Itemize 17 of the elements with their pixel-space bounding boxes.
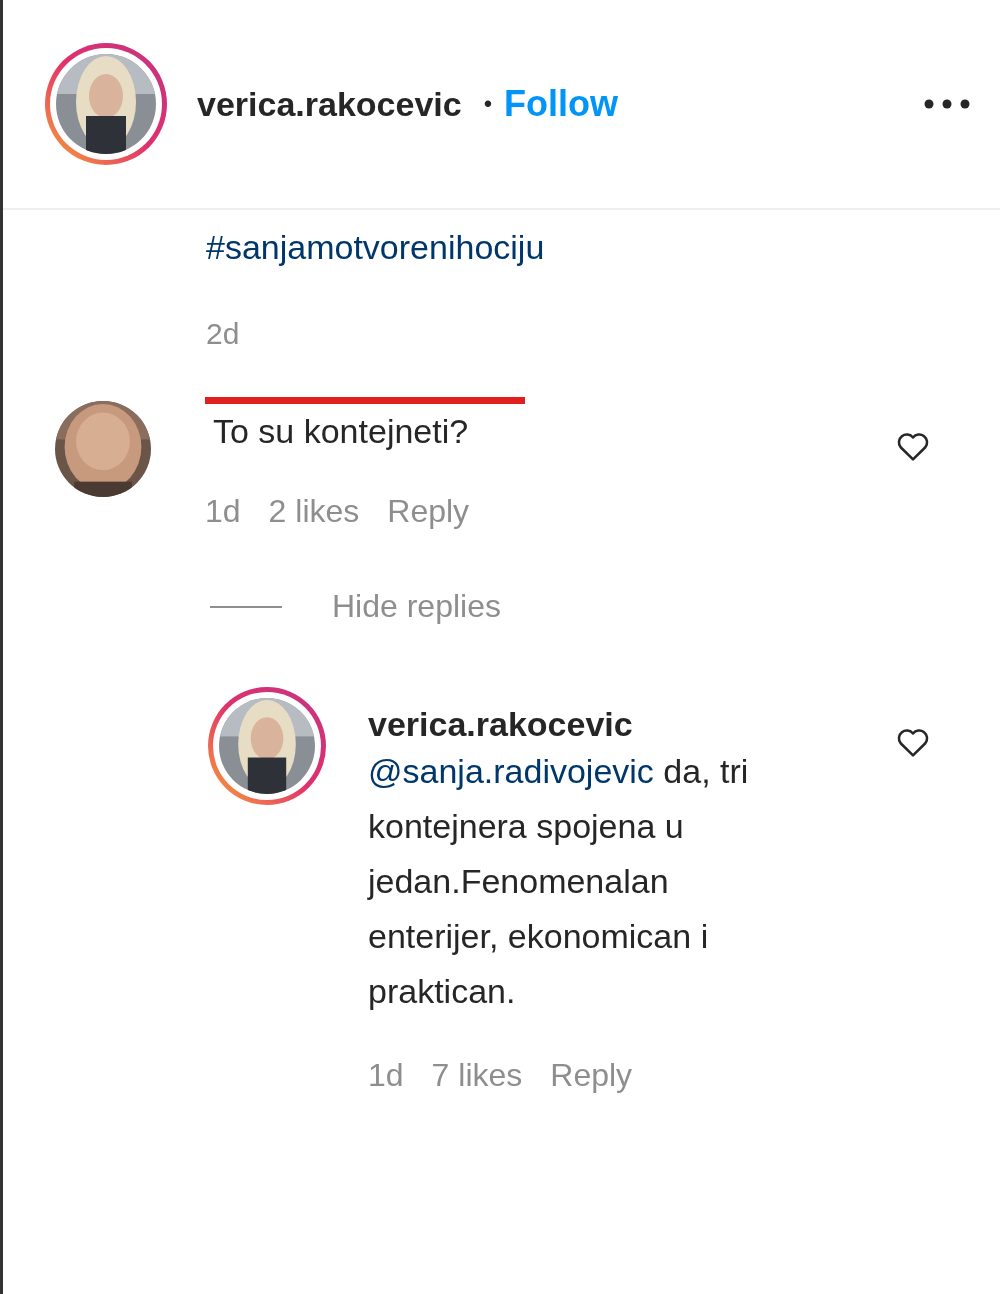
likes-count[interactable]: 2 likes <box>268 493 360 530</box>
timestamp[interactable]: 1d <box>368 1057 404 1094</box>
hashtag-link[interactable]: #sanjamotvorenihociju <box>206 228 545 267</box>
username[interactable]: verica.rakocevic <box>197 84 462 124</box>
timestamp[interactable]: 2d <box>206 317 240 351</box>
username-link[interactable]: verica.rakocevic <box>368 705 808 744</box>
follow-link[interactable]: Follow <box>504 83 619 125</box>
separator-dot: • <box>483 90 493 118</box>
reply-link[interactable]: Reply <box>387 493 470 530</box>
reply-link[interactable]: Reply <box>550 1057 633 1094</box>
reply-text: @sanja.radivojevic da, tri kontejnera spojena u jedan.Fenomenalan enterijer, ekonomican i praktican. <box>368 751 750 1012</box>
hide-replies-button[interactable]: Hide replies <box>332 588 501 625</box>
likes-count[interactable]: 7 likes <box>431 1057 523 1094</box>
timestamp[interactable]: 1d <box>205 493 241 530</box>
mention-link[interactable]: @sanja.radivojevic <box>368 752 654 790</box>
more-options-icon[interactable] <box>924 99 970 109</box>
comment-text: To su kontejneti? <box>213 411 469 452</box>
